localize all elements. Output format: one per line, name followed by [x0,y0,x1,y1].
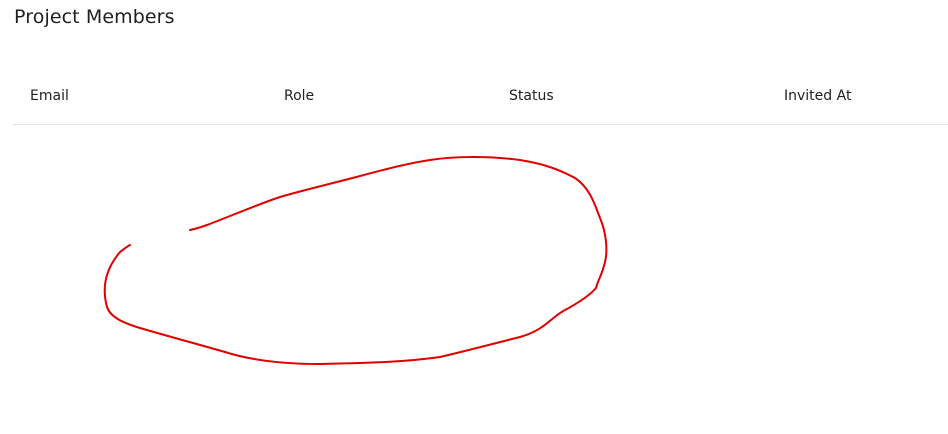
column-header-invited-at[interactable]: Invited At [784,88,851,104]
red-annotation-scribble [103,156,608,365]
column-header-email[interactable]: Email [30,88,69,104]
column-header-status[interactable]: Status [509,88,554,104]
annotation-stroke [103,156,608,365]
column-header-role[interactable]: Role [284,88,314,104]
members-table-header: Email Role Status Invited At [13,78,948,125]
page-title: Project Members [14,6,175,28]
